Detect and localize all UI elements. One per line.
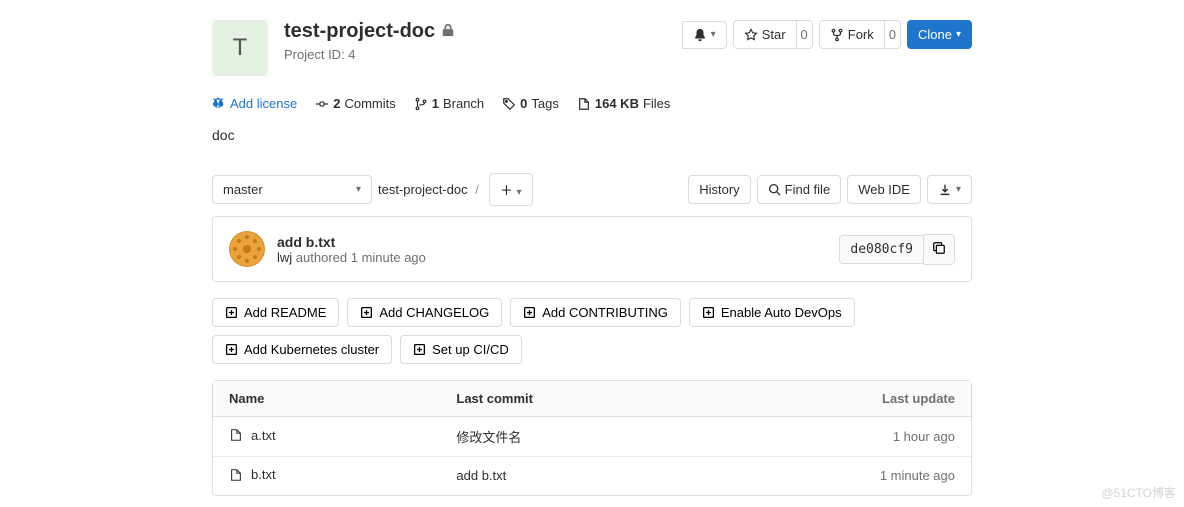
- history-button[interactable]: History: [688, 175, 750, 204]
- add-license-link[interactable]: Add license: [212, 96, 297, 111]
- tags-link[interactable]: 0 Tags: [502, 96, 559, 111]
- file-name-text: a.txt: [251, 428, 276, 443]
- project-name: test-project-doc: [284, 20, 435, 43]
- table-row[interactable]: b.txt add b.txt 1 minute ago: [213, 457, 971, 495]
- file-commit-msg[interactable]: add b.txt: [440, 457, 781, 495]
- add-contributing-button[interactable]: Add CONTRIBUTING: [510, 298, 681, 327]
- find-file-button[interactable]: Find file: [757, 175, 842, 204]
- col-update: Last update: [781, 381, 971, 417]
- plus-square-icon: [225, 343, 238, 356]
- branch-selector[interactable]: master ▾: [212, 175, 372, 204]
- commit-authored-time: authored 1 minute ago: [296, 250, 426, 265]
- tag-icon: [502, 97, 516, 111]
- lock-icon: [441, 20, 455, 43]
- file-commit-msg[interactable]: 修改文件名: [440, 417, 781, 457]
- clone-button[interactable]: Clone ▾: [907, 20, 972, 49]
- copy-icon: [932, 241, 946, 255]
- copy-sha-button[interactable]: [924, 234, 955, 265]
- commit-author-avatar: [229, 231, 265, 267]
- add-file-dropdown[interactable]: ＋ ▾: [489, 173, 533, 206]
- download-icon: [938, 183, 952, 197]
- file-icon: [577, 97, 591, 111]
- commit-sha: de080cf9: [839, 235, 924, 264]
- project-id: Project ID: 4: [284, 47, 682, 62]
- star-count[interactable]: 0: [796, 20, 813, 49]
- file-tree-table: Name Last commit Last update a.txt 修改文件名…: [212, 380, 972, 496]
- scale-icon: [212, 97, 226, 111]
- star-label: Star: [762, 27, 786, 42]
- plus-square-icon: [225, 306, 238, 319]
- add-changelog-button[interactable]: Add CHANGELOG: [347, 298, 502, 327]
- notification-dropdown[interactable]: ▾: [682, 21, 727, 49]
- breadcrumb: test-project-doc /: [378, 182, 483, 197]
- plus-square-icon: [413, 343, 426, 356]
- bell-icon: [693, 28, 707, 42]
- commit-icon: [315, 97, 329, 111]
- fork-button[interactable]: Fork: [819, 20, 885, 49]
- branch-icon: [414, 97, 428, 111]
- col-name: Name: [213, 381, 440, 417]
- setup-cicd-button[interactable]: Set up CI/CD: [400, 335, 522, 364]
- plus-square-icon: [360, 306, 373, 319]
- project-avatar: T: [212, 20, 268, 76]
- chevron-down-icon: ▾: [516, 187, 521, 198]
- breadcrumb-root[interactable]: test-project-doc: [378, 182, 468, 197]
- file-icon: [229, 428, 243, 442]
- add-kubernetes-button[interactable]: Add Kubernetes cluster: [212, 335, 392, 364]
- branches-link[interactable]: 1 Branch: [414, 96, 484, 111]
- file-time: 1 hour ago: [781, 417, 971, 457]
- chevron-down-icon: ▾: [711, 29, 716, 40]
- last-commit-message[interactable]: add b.txt: [277, 234, 839, 250]
- files-size-link[interactable]: 164 KB Files: [577, 96, 671, 111]
- project-description: doc: [212, 121, 972, 163]
- file-icon: [229, 468, 243, 482]
- fork-count[interactable]: 0: [884, 20, 901, 49]
- chevron-down-icon: ▾: [956, 29, 961, 40]
- star-button[interactable]: Star: [733, 20, 797, 49]
- file-name-text: b.txt: [251, 467, 276, 482]
- fork-label: Fork: [848, 27, 874, 42]
- table-row[interactable]: a.txt 修改文件名 1 hour ago: [213, 417, 971, 457]
- commit-author[interactable]: lwj: [277, 250, 292, 265]
- search-icon: [768, 183, 781, 196]
- clone-label: Clone: [918, 27, 952, 42]
- file-time: 1 minute ago: [781, 457, 971, 495]
- fork-icon: [830, 28, 844, 42]
- commits-link[interactable]: 2 Commits: [315, 96, 396, 111]
- chevron-down-icon: ▾: [956, 184, 961, 195]
- web-ide-button[interactable]: Web IDE: [847, 175, 921, 204]
- watermark: @51CTO博客: [1101, 484, 1176, 501]
- col-commit: Last commit: [440, 381, 781, 417]
- branch-name: master: [223, 182, 263, 197]
- star-icon: [744, 28, 758, 42]
- plus-square-icon: [523, 306, 536, 319]
- enable-auto-devops-button[interactable]: Enable Auto DevOps: [689, 298, 855, 327]
- plus-square-icon: [702, 306, 715, 319]
- add-readme-button[interactable]: Add README: [212, 298, 339, 327]
- download-dropdown[interactable]: ▾: [927, 175, 972, 204]
- chevron-down-icon: ▾: [356, 184, 361, 195]
